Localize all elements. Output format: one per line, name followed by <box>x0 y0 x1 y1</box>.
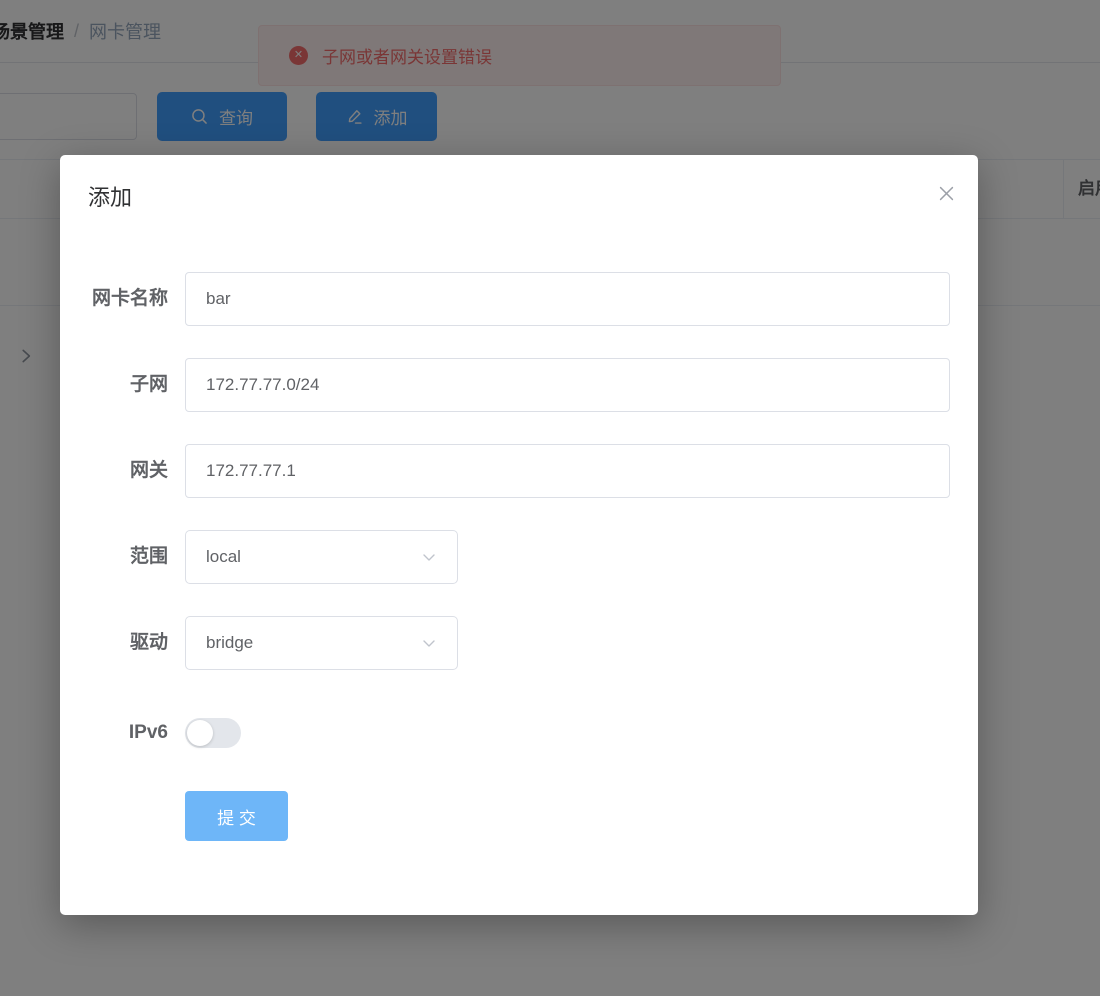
driver-select-value: bridge <box>206 633 254 652</box>
subnet-label: 子网 <box>129 374 168 395</box>
gateway-input[interactable] <box>185 444 950 498</box>
ipv6-label: IPv6 <box>128 722 168 743</box>
submit-button[interactable]: 提 交 <box>185 791 288 841</box>
toggle-knob <box>187 720 213 746</box>
subnet-input[interactable] <box>185 358 950 412</box>
add-dialog: 添加 网卡名称 子网 网关 范围 local 驱动 bridge <box>60 155 978 915</box>
scope-select-value: local <box>206 547 241 566</box>
driver-label: 驱动 <box>129 632 168 653</box>
nic-name-input[interactable] <box>185 272 950 326</box>
scope-label: 范围 <box>129 546 168 567</box>
dialog-close-button[interactable] <box>934 183 958 207</box>
scope-select[interactable]: local <box>185 530 458 584</box>
chevron-down-icon <box>421 635 437 651</box>
ipv6-toggle[interactable] <box>185 718 241 748</box>
nic-name-label: 网卡名称 <box>91 288 168 309</box>
dialog-title: 添加 <box>88 185 133 210</box>
driver-select[interactable]: bridge <box>185 616 458 670</box>
gateway-label: 网关 <box>129 460 168 481</box>
chevron-down-icon <box>421 549 437 565</box>
close-icon <box>937 184 956 206</box>
